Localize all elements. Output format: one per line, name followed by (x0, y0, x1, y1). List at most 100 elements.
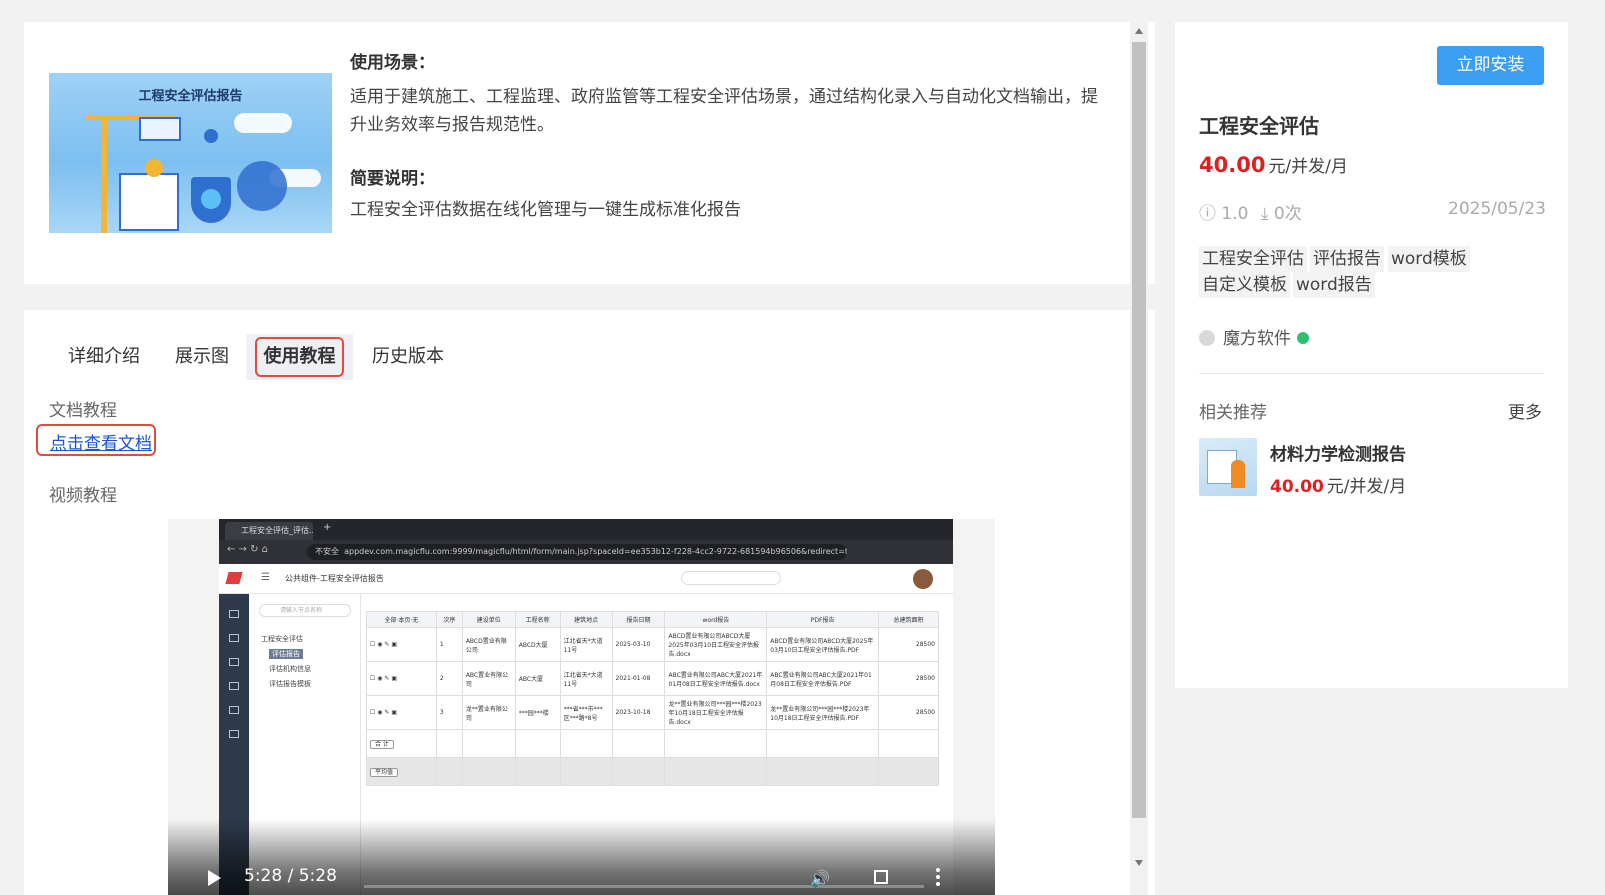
monitor-icon (139, 117, 181, 141)
play-icon[interactable] (208, 870, 221, 886)
table-cell: ABCD大厦 (514, 627, 561, 662)
tag-item[interactable]: word报告 (1293, 272, 1375, 298)
view-doc-link[interactable]: 点击查看文档 (50, 429, 152, 454)
main-scrollbar[interactable] (1130, 22, 1148, 895)
app-logo-icon (225, 572, 243, 584)
table-cell: 龙**置业有限公司***园***楼2023年10月18日工程安全评估报告.doc… (664, 695, 768, 730)
cloud-shape (234, 113, 292, 133)
info-icon: ⓘ (1199, 204, 1216, 224)
avg-label: 平均值 (366, 757, 437, 786)
sum-label: 合 计 (366, 729, 437, 758)
related-title: 相关推荐 (1199, 403, 1267, 423)
insecure-badge: 不安全 (315, 547, 339, 556)
browser-addressbar: ← → ↻ ⌂ 不安全 appdev.com.magicflu.com:9999… (219, 540, 953, 564)
table-cell: 龙**置业有限公司 (461, 695, 516, 730)
table-cell: 江北省天*大道11号 (559, 627, 613, 662)
brief-text: 工程安全评估数据在线化管理与一键生成标准化报告 (350, 200, 741, 220)
version-value: 1.0 (1221, 204, 1249, 224)
browser-tab: 工程安全评估_评估... (225, 522, 313, 540)
volume-icon[interactable]: 🔊 (810, 869, 830, 888)
table-header: 总建筑面积 (878, 611, 939, 628)
fullscreen-icon[interactable] (874, 870, 888, 884)
table-cell: 2 (435, 661, 463, 696)
table-cell: 2023-10-18 (611, 695, 666, 730)
video-progress-bar[interactable] (364, 885, 924, 888)
tab-detail[interactable]: 详细介绍 (56, 334, 152, 380)
table-header: 全部·本页·无 (366, 611, 437, 628)
doc-tutorial-label: 文档教程 (49, 401, 117, 421)
tag-item[interactable]: word模板 (1388, 246, 1470, 272)
browser-tabbar: 工程安全评估_评估... + (219, 519, 953, 540)
related-item-thumbnail[interactable] (1199, 438, 1257, 496)
pencil-icon (204, 129, 218, 143)
install-button[interactable]: 立即安装 (1437, 46, 1544, 85)
scroll-up-icon[interactable] (1135, 28, 1143, 34)
app-search-box (681, 571, 781, 585)
tree-node-report: 评估报告 (269, 649, 303, 659)
product-banner-image: 工程安全评估报告 (49, 73, 332, 233)
tab-tutorial[interactable]: 使用教程 (246, 334, 353, 380)
play-icon (145, 159, 163, 177)
video-controls: 5:28 / 5:28 🔊 (168, 819, 995, 895)
scroll-thumb[interactable] (1132, 42, 1146, 818)
table-avg-row: 平均值 (366, 757, 939, 786)
table-row: ☐ ◉ ✎ ▣ 1 ABCD置业有限公司 ABCD大厦 江北省天*大道11号 2… (366, 627, 939, 662)
gear-icon (237, 161, 287, 211)
table-header: 报告日期 (611, 611, 666, 628)
product-price: 40.00 元/并发/月 (1199, 152, 1348, 177)
tab-highlight-frame (255, 337, 344, 377)
tag-item[interactable]: 评估报告 (1310, 246, 1384, 272)
table-cell: 1 (435, 627, 463, 662)
table-header: 建设单位 (461, 611, 516, 628)
table-cell: ***省***市***区***路*8号 (559, 695, 613, 730)
scene-text: 适用于建筑施工、工程监理、政府监管等工程安全评估场景，通过结构化录入与自动化文档… (350, 87, 1098, 135)
tab-history[interactable]: 历史版本 (360, 334, 456, 380)
table-cell: 江北省天*大道11号 (559, 661, 613, 696)
related-item-name[interactable]: 材料力学检测报告 (1270, 440, 1406, 465)
table-cell: ABCD置业有限公司ABCD大厦2025年03月10日工程安全评估报告.PDF (766, 627, 880, 662)
table-cell: 龙**置业有限公司***园***楼2023年10月18日工程安全评估报告.PDF (766, 695, 880, 730)
table-cell: 28500 (878, 627, 939, 662)
crane-shape (101, 115, 107, 233)
doc-link-frame[interactable]: 点击查看文档 (36, 424, 156, 456)
price-unit: 元/并发/月 (1268, 157, 1348, 177)
related-more-link[interactable]: 更多 (1508, 398, 1542, 423)
vendor-avatar-icon (1199, 330, 1215, 346)
back-forward-icon: ← → ↻ ⌂ (227, 544, 269, 555)
table-header: PDF报告 (766, 611, 880, 628)
video-player[interactable]: 工程安全评估_评估... + ← → ↻ ⌂ 不安全 appdev.com.ma… (168, 519, 995, 895)
table-row: ☐ ◉ ✎ ▣ 2 ABC置业有限公司 ABC大厦 江北省天*大道11号 202… (366, 661, 939, 696)
download-icon: ⤓ (1261, 204, 1269, 224)
tree-node-template: 评估报告模板 (269, 680, 311, 688)
row-actions: ☐ ◉ ✎ ▣ (366, 661, 437, 696)
tab-screenshots[interactable]: 展示图 (163, 334, 241, 380)
scroll-down-icon[interactable] (1135, 860, 1143, 866)
table-header: 工程名称 (514, 611, 561, 628)
menu-icon: ☰ (261, 572, 270, 583)
related-price-unit: 元/并发/月 (1326, 477, 1407, 497)
app-header: ☰ 公共组件-工程安全评估报告 (219, 564, 953, 594)
product-sidebar: 立即安装 工程安全评估 40.00 元/并发/月 ⓘ 1.0 ⤓ 0次 2025/… (1175, 22, 1568, 688)
sum-badge: 合 计 (370, 740, 394, 749)
app-title: 公共组件-工程安全评估报告 (285, 574, 384, 583)
row-actions: ☐ ◉ ✎ ▣ (366, 627, 437, 662)
avg-badge: 平均值 (370, 768, 399, 777)
table-cell: 2021-01-08 (611, 661, 666, 696)
table-cell: ABC置业有限公司ABC大厦2021年01月08日工程安全评估报告.PDF (766, 661, 880, 696)
banner-title: 工程安全评估报告 (138, 89, 243, 104)
tag-item[interactable]: 自定义模板 (1199, 272, 1290, 298)
tree-root: 工程安全评估 (261, 635, 303, 643)
table-cell: ABC大厦 (514, 661, 561, 696)
product-info-card: 工程安全评估报告 使用场景： 适用于建筑施工、工程监理、政府监管等工程安全评估场… (24, 22, 1155, 284)
vendor-info[interactable]: 魔方软件 (1199, 324, 1309, 349)
more-options-icon[interactable] (936, 868, 940, 886)
video-tutorial-label: 视频教程 (49, 486, 117, 506)
tree-node-org: 评估机构信息 (269, 665, 311, 673)
table-cell: ABC置业有限公司ABC大厦2021年01月08日工程安全评估报告.docx (664, 661, 768, 696)
product-title: 工程安全评估 (1199, 114, 1319, 138)
download-count: 0次 (1273, 204, 1302, 224)
tag-item[interactable]: 工程安全评估 (1199, 246, 1307, 272)
video-time: 5:28 / 5:28 (244, 866, 337, 886)
table-cell: ABCD置业有限公司ABCD大厦2025年03月10日工程安全评估报告.docx (664, 627, 768, 662)
version-info: ⓘ 1.0 (1199, 199, 1248, 224)
